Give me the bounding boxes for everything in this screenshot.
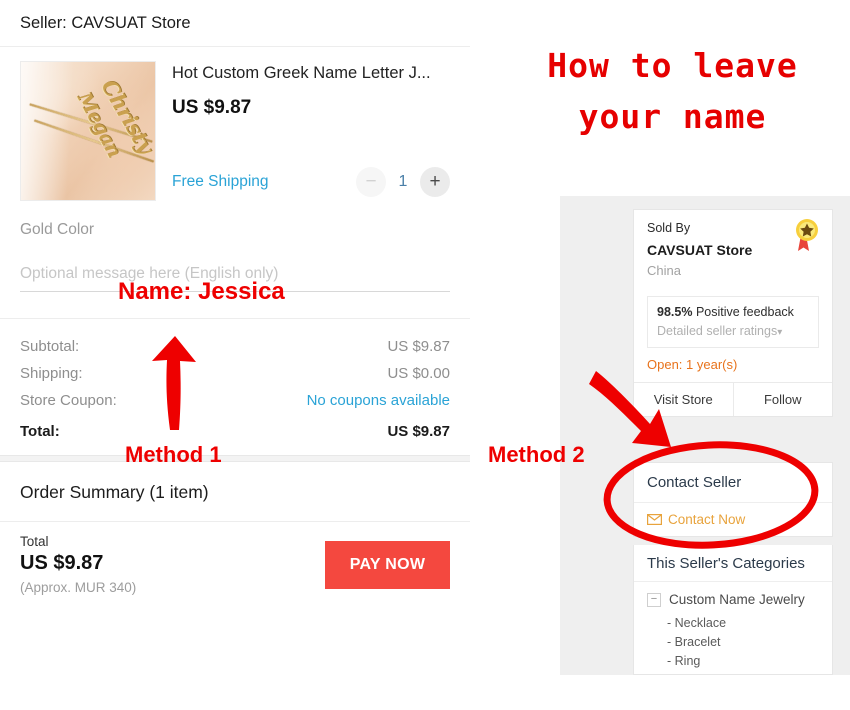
shipping-and-qty-row: Free Shipping − 1 + [172, 167, 450, 197]
annotation-headline: How to leave your name [500, 40, 845, 142]
product-info: Hot Custom Greek Name Letter J... US $9.… [156, 61, 450, 201]
pay-bar: Total US $9.87 (Approx. MUR 340) PAY NOW [0, 522, 470, 595]
visit-store-button[interactable]: Visit Store [634, 383, 734, 416]
product-row: Megan Christy Hot Custom Greek Name Lett… [0, 47, 470, 209]
checkout-panel: Seller: CAVSUAT Store Megan Christy Hot … [0, 0, 470, 710]
quantity-increase-button[interactable]: + [420, 167, 450, 197]
annotation-method-2: Method 2 [488, 442, 585, 467]
total-row: Store Coupon: No coupons available [20, 387, 450, 414]
total-row-label: Store Coupon: [20, 392, 117, 409]
total-row-label: Total: [20, 423, 60, 440]
headline-line-2: your name [578, 97, 767, 137]
total-row-value: US $9.87 [387, 423, 450, 440]
product-variant-label: Gold Color [20, 221, 95, 238]
headline-line-1: How to leave [547, 46, 798, 85]
category-item[interactable]: - Ring [634, 649, 832, 668]
feedback-line: 98.5% Positive feedback [657, 305, 809, 319]
total-row: Total: US $9.87 [20, 414, 450, 445]
total-row-value: US $9.87 [387, 338, 450, 355]
total-row: Subtotal: US $9.87 [20, 333, 450, 360]
feedback-label: Positive feedback [695, 305, 794, 319]
open-label: Open: [647, 357, 683, 372]
product-title[interactable]: Hot Custom Greek Name Letter J... [172, 61, 450, 84]
collapse-minus-icon[interactable]: − [647, 592, 661, 607]
total-row-label: Subtotal: [20, 338, 80, 355]
category-root-row[interactable]: − Custom Name Jewelry [634, 582, 832, 611]
seller-header: Seller: CAVSUAT Store [20, 14, 191, 32]
envelope-icon [647, 514, 662, 525]
contact-now-button[interactable]: Contact Now [634, 503, 832, 536]
open-value: 1 year(s) [686, 357, 738, 372]
quantity-stepper: − 1 + [356, 167, 450, 197]
contact-seller-title: Contact Seller [634, 463, 832, 503]
free-shipping-label[interactable]: Free Shipping [172, 173, 269, 191]
categories-title: This Seller's Categories [634, 545, 832, 582]
pay-total-label: Total [20, 534, 49, 549]
pay-total-amount: US $9.87 [20, 552, 104, 574]
category-root-label: Custom Name Jewelry [669, 592, 805, 607]
product-price: US $9.87 [172, 96, 252, 118]
annotation-name-note: Name: Jessica [118, 278, 285, 305]
category-item[interactable]: - Necklace [634, 611, 832, 630]
total-row-label: Shipping: [20, 365, 83, 382]
seller-info-card: Sold By CAVSUAT Store China 98.5% Positi… [633, 209, 833, 417]
annotation-method-1: Method 1 [125, 442, 222, 467]
total-row-value: US $0.00 [387, 365, 450, 382]
feedback-box: 98.5% Positive feedback Detailed seller … [647, 296, 819, 348]
chevron-down-icon: ▾ [777, 327, 783, 338]
seller-action-buttons: Visit Store Follow [634, 382, 832, 416]
seller-identity: Sold By CAVSUAT Store China [634, 210, 832, 287]
seller-categories-card: This Seller's Categories − Custom Name J… [633, 545, 833, 675]
totals-list: Subtotal: US $9.87 Shipping: US $0.00 St… [0, 319, 470, 455]
store-open-duration: Open: 1 year(s) [634, 348, 832, 382]
detailed-seller-ratings-toggle[interactable]: Detailed seller ratings▾ [657, 324, 809, 338]
feedback-percent: 98.5% [657, 305, 693, 319]
quantity-decrease-button[interactable]: − [356, 167, 386, 197]
contact-seller-card: Contact Seller Contact Now [633, 462, 833, 537]
pay-total-approx: (Approx. MUR 340) [20, 580, 137, 595]
store-coupon-link[interactable]: No coupons available [307, 392, 450, 409]
section-divider [0, 455, 470, 462]
screenshot-root: Seller: CAVSUAT Store Megan Christy Hot … [0, 0, 850, 710]
pay-total-block: Total US $9.87 (Approx. MUR 340) [20, 534, 136, 595]
pay-now-button[interactable]: PAY NOW [325, 540, 450, 589]
seller-country: China [647, 263, 681, 278]
follow-button[interactable]: Follow [734, 383, 833, 416]
product-thumbnail[interactable]: Megan Christy [20, 61, 156, 201]
quantity-value[interactable]: 1 [392, 173, 414, 191]
top-seller-medal-icon [796, 219, 818, 251]
order-summary-title: Order Summary (1 item) [20, 482, 209, 502]
contact-now-label: Contact Now [668, 512, 746, 527]
total-row: Shipping: US $0.00 [20, 360, 450, 387]
category-item[interactable]: - Bracelet [634, 630, 832, 649]
detailed-ratings-label: Detailed seller ratings [657, 324, 778, 338]
